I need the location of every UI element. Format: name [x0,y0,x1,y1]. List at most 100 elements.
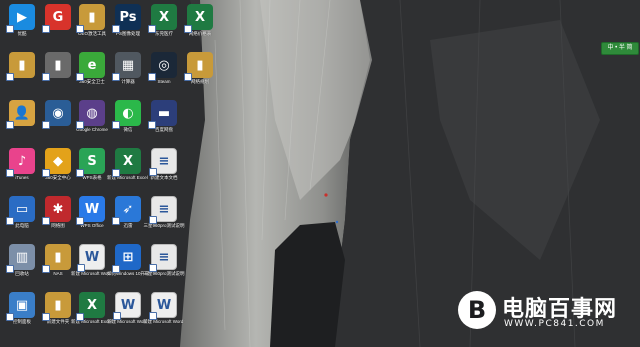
app-icon: ≡ [149,196,177,224]
app-icon: X [148,4,177,33]
desktop-icon[interactable]: ◉ [40,98,76,142]
desktop-icon[interactable]: e 360安全卫士 [74,50,110,94]
desktop-icon[interactable]: ◆ 360安全中心 [40,146,76,190]
app-icon: ◉ [42,100,71,129]
shortcut-arrow-icon [6,73,14,81]
shortcut-arrow-icon [76,217,84,225]
desktop-icon[interactable]: ≡ 三星960pro测试说明 [143,194,185,238]
shortcut-arrow-icon [184,25,192,33]
desktop-icon[interactable]: X 东莞医疗 [146,2,182,46]
desktop-icon[interactable]: W新建 Microsoft Word 97-20... [107,290,149,334]
app-icon: X [76,292,105,321]
desktop-icon[interactable]: S WPS表格 [74,146,110,190]
app-icon: X [112,148,141,177]
desktop-icon[interactable]: W WPS Office [74,194,110,238]
desktop-icon[interactable]: ▭ 此电脑 [4,194,40,238]
app-icon: ◐ [112,100,141,129]
shortcut-arrow-icon [6,25,14,33]
desktop-icon[interactable]: ▮ [4,50,40,94]
desktop-icon[interactable]: ▮ [40,50,76,94]
app-icon: W [149,292,177,320]
desktop-icon[interactable]: ▮ OEO激活工具 [74,2,110,46]
desktop-icon[interactable]: ≡ 新建文本文档 [146,146,182,190]
app-icon: ▭ [6,196,35,225]
desktop-icon[interactable]: X 网络价格表 [182,2,218,46]
desktop-icon[interactable]: ▥ 回收站 [4,242,40,286]
desktop-icon[interactable]: X新建 Microsoft Excel 工作表 [71,290,113,334]
app-icon: ◆ [42,148,71,177]
app-icon: ◍ [76,100,105,129]
desktop-icon[interactable]: ✱ 网络图 [40,194,76,238]
desktop-icon[interactable]: ▮ NAS [40,242,76,286]
desktop-icon[interactable]: W新建 Microsoft Word 文档 [143,290,185,334]
shortcut-arrow-icon [6,265,14,273]
desktop-icon[interactable]: ▶ 优酷 [4,2,40,46]
shortcut-arrow-icon [149,312,157,320]
app-icon: e [76,52,105,81]
shortcut-arrow-icon [76,25,84,33]
shortcut-arrow-icon [149,264,157,272]
shortcut-arrow-icon [6,121,14,129]
shortcut-arrow-icon [76,121,84,129]
shortcut-arrow-icon [42,217,50,225]
app-icon: ▦ [112,52,141,81]
desktop-icon[interactable]: X新建 Microsoft Excel 工作表 [107,146,149,190]
desktop-icon[interactable]: ▣ 控制面板 [4,290,40,334]
app-icon: ♪ [6,148,35,177]
app-icon: G [42,4,71,33]
shortcut-arrow-icon [6,169,14,177]
desktop-icon[interactable]: ⊞ 如何Windows 10升级 [107,242,149,286]
shortcut-arrow-icon [42,313,50,321]
shortcut-arrow-icon [184,73,192,81]
desktop-icon[interactable]: W新建 Microsoft Word 文档 [71,242,113,286]
shortcut-arrow-icon [42,169,50,177]
shortcut-arrow-icon [6,217,14,225]
shortcut-arrow-icon [113,312,121,320]
desktop-icon[interactable]: 👤 [4,98,40,142]
desktop-icon[interactable]: G [40,2,76,46]
desktop-icon[interactable]: Ps PS图像处理 [110,2,146,46]
shortcut-arrow-icon [112,265,120,273]
app-icon: ▮ [42,292,71,321]
ime-indicator[interactable]: 中 • 半 简 [601,42,639,55]
desktop-icon[interactable]: ≡ 三星960pro测试说明 [143,242,185,286]
app-icon: X [184,4,213,33]
watermark-url: WWW.PC841.COM [504,319,605,329]
desktop-icon[interactable]: ◐ 微信 [110,98,146,142]
app-icon: W [77,244,105,272]
app-icon: ▥ [6,244,35,273]
app-icon: W [76,196,105,225]
desktop-icon[interactable]: ▮ 新建文件夹 [40,290,76,334]
desktop-icon[interactable]: ➶ 迅雷 [110,194,146,238]
app-icon: ▮ [76,4,105,33]
app-icon: W [113,292,141,320]
desktop-icon[interactable]: ◎ Steam [146,50,182,94]
app-icon: ▬ [148,100,177,129]
shortcut-arrow-icon [149,168,157,176]
desktop-icon[interactable]: ♪ iTunes [4,146,40,190]
desktop-icon[interactable]: ▦ 计算器 [110,50,146,94]
shortcut-arrow-icon [76,313,84,321]
shortcut-arrow-icon [42,121,50,129]
app-icon: ▮ [42,244,71,273]
shortcut-arrow-icon [112,169,120,177]
shortcut-arrow-icon [148,121,156,129]
shortcut-arrow-icon [76,169,84,177]
site-watermark: B 电脑百事网 WWW.PC841.COM [458,289,628,333]
app-icon: ◎ [148,52,177,81]
watermark-logo-icon: B [458,291,496,329]
app-icon: ▣ [6,292,35,321]
app-icon: ▮ [6,52,35,81]
app-icon: ≡ [149,148,177,176]
shortcut-arrow-icon [112,217,120,225]
shortcut-arrow-icon [42,265,50,273]
app-icon: ✱ [42,196,71,225]
app-icon: S [76,148,105,177]
app-icon: 👤 [6,100,35,129]
shortcut-arrow-icon [148,25,156,33]
desktop-icon[interactable]: ◍ Google Chrome [74,98,110,142]
desktop-icon[interactable]: ▮ 网络规划 [182,50,218,94]
desktop-icon[interactable]: ▬ 百度网盘 [146,98,182,142]
app-icon: Ps [112,4,141,33]
shortcut-arrow-icon [6,313,14,321]
